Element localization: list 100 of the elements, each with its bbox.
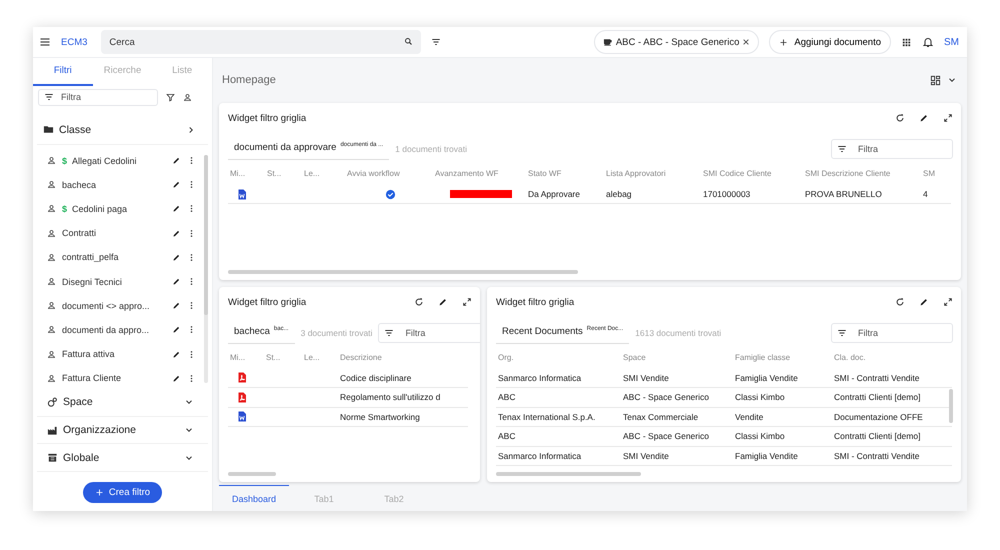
column-header[interactable]: Space	[621, 346, 733, 368]
sidebar-item[interactable]: Disegni Tecnici	[62, 276, 166, 287]
column-header[interactable]: St...	[264, 346, 302, 368]
refresh-icon[interactable]	[895, 113, 905, 124]
pencil-icon[interactable]	[172, 252, 181, 262]
pencil-icon[interactable]	[172, 350, 181, 359]
documents-count: 3 documenti trovati	[300, 328, 372, 338]
funnel-icon[interactable]	[166, 92, 175, 102]
column-header[interactable]: SM	[921, 162, 951, 185]
circles-icon	[47, 396, 58, 408]
sidebar-item[interactable]: documenti da appro...	[62, 324, 166, 335]
filter-icon[interactable]	[431, 37, 442, 47]
column-header[interactable]: Famiglie classe	[733, 346, 832, 368]
column-header[interactable]: Avvia workflow	[345, 162, 433, 185]
space-chip[interactable]: ABC - ABC - Space Generico	[594, 30, 760, 54]
scrollbar[interactable]	[204, 154, 208, 315]
pencil-icon[interactable]	[438, 297, 448, 307]
person-icon	[47, 277, 56, 286]
cup-icon	[602, 37, 613, 47]
user-initials[interactable]: SM	[944, 36, 959, 48]
refresh-icon[interactable]	[895, 297, 905, 307]
filter-field[interactable]: Filtra	[38, 88, 158, 106]
scrollbar[interactable]	[496, 472, 641, 476]
pencil-icon[interactable]	[172, 228, 181, 238]
filter-field[interactable]: Filtra	[831, 322, 953, 342]
dashboard-icon[interactable]	[930, 74, 941, 86]
column-header[interactable]: St...	[265, 162, 302, 185]
dashboard-tab[interactable]: Dashboard	[219, 485, 289, 511]
column-header[interactable]: Le...	[302, 162, 345, 185]
expand-icon[interactable]	[462, 297, 472, 307]
refresh-icon[interactable]	[414, 297, 424, 307]
sidebar-item[interactable]: Fattura Cliente	[62, 373, 166, 384]
table-cell-text: Da Approvare	[527, 188, 581, 202]
pdf-document-icon	[236, 371, 248, 384]
pencil-icon[interactable]	[172, 301, 181, 310]
bell-icon[interactable]	[922, 36, 934, 48]
column-header[interactable]: SMI Descrizione Cliente	[803, 162, 921, 185]
close-icon	[742, 38, 750, 46]
scrollbar[interactable]	[949, 388, 953, 422]
app-logo[interactable]: ECM3	[61, 36, 88, 48]
section-title[interactable]: Globale	[63, 452, 179, 464]
pencil-icon[interactable]	[919, 297, 929, 307]
table-cell-text: Contratti Clienti [demo]	[833, 391, 922, 404]
filter-icon	[837, 328, 847, 338]
sidebar-item[interactable]: Fattura attiva	[62, 349, 166, 360]
pencil-icon[interactable]	[172, 277, 181, 286]
table-cell-text: Regolamento sull'utilizzo d	[339, 391, 442, 404]
table-cell-text: Tenax Commerciale	[622, 410, 700, 424]
person-icon	[47, 301, 56, 310]
check-circle-icon	[384, 188, 396, 200]
column-header[interactable]: SMI Codice Cliente	[701, 162, 803, 185]
column-header[interactable]: Lista Approvatori	[604, 162, 701, 185]
table-cell-text: Classi Kimbo	[734, 391, 786, 404]
column-header[interactable]: Descrizione	[338, 346, 468, 368]
pencil-icon[interactable]	[172, 180, 181, 190]
person-icon[interactable]	[183, 92, 192, 102]
pencil-icon[interactable]	[172, 204, 181, 214]
sidebar-item[interactable]: contratti_pelfa	[62, 252, 166, 262]
sidebar-item[interactable]: $ Allegati Cedolini	[62, 156, 166, 166]
section-title[interactable]: Classe	[59, 124, 181, 136]
sidebar-tab[interactable]: Filtri	[33, 58, 93, 86]
person-icon	[47, 374, 56, 383]
add-document-button[interactable]: Aggiungi documento	[769, 30, 891, 54]
pencil-icon[interactable]	[172, 374, 181, 383]
sidebar-item[interactable]: $ Cedolini paga	[62, 204, 166, 214]
table-cell-text: Famiglia Vendite	[734, 372, 799, 385]
filter-field[interactable]: Filtra	[831, 138, 953, 159]
table-cell-text: Documentazione OFFE	[833, 410, 924, 424]
create-filter-button[interactable]: Crea filtro	[82, 482, 162, 503]
section-title[interactable]: Organizzazione	[63, 424, 179, 436]
column-header[interactable]: Mi...	[228, 346, 264, 368]
scrollbar[interactable]	[228, 270, 578, 274]
menu-icon[interactable]	[39, 36, 51, 48]
table-cell-text: Sanmarco Informatica	[497, 372, 582, 385]
expand-icon[interactable]	[943, 113, 953, 124]
table-cell-text: 1701000003	[702, 188, 752, 202]
column-header[interactable]: Avanzamento WF	[433, 162, 526, 185]
person-icon	[47, 228, 56, 238]
pencil-icon[interactable]	[172, 156, 181, 166]
table-cell-text: Norme Smartworking	[339, 410, 421, 424]
table-cell-text: SMI Vendite	[622, 372, 670, 385]
column-header[interactable]: Cla. doc.	[832, 346, 952, 368]
pencil-icon[interactable]	[919, 113, 929, 124]
person-icon	[47, 325, 56, 334]
sidebar-item[interactable]: bacheca	[62, 180, 166, 190]
column-header[interactable]: Le...	[302, 346, 338, 368]
pencil-icon[interactable]	[172, 325, 181, 334]
column-header[interactable]: Org.	[496, 346, 621, 368]
table-cell-text: 4	[922, 188, 929, 202]
column-header[interactable]: Mi...	[228, 162, 265, 185]
sidebar-item[interactable]: documenti <> appro...	[62, 300, 166, 311]
column-header[interactable]: Stato WF	[526, 162, 604, 185]
filter-field[interactable]: Filtra	[378, 322, 480, 342]
sidebar-item[interactable]: Contratti	[62, 228, 166, 238]
search-field[interactable]: Cerca	[101, 30, 422, 54]
apps-grid-icon[interactable]	[901, 36, 912, 48]
scrollbar[interactable]	[228, 472, 276, 476]
person-icon	[47, 252, 56, 262]
section-title[interactable]: Space	[63, 396, 179, 408]
expand-icon[interactable]	[943, 297, 953, 307]
